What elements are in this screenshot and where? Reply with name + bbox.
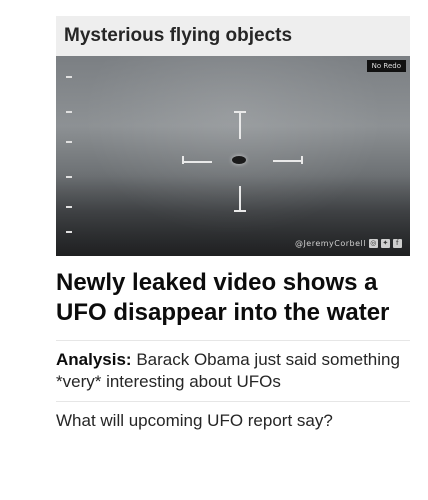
scale-tick	[66, 206, 72, 208]
reticle-right	[273, 160, 303, 162]
section-title[interactable]: Mysterious flying objects	[64, 25, 292, 47]
section-header[interactable]: Mysterious flying objects	[56, 16, 410, 56]
reticle-right-cap	[301, 156, 303, 164]
twitter-icon: ✦	[381, 239, 390, 248]
instagram-icon: ◎	[369, 239, 378, 248]
scale-tick	[66, 76, 72, 78]
watermark-text: @JeremyCorbell	[294, 239, 366, 248]
reticle-bottom	[239, 186, 241, 211]
related-link-analysis[interactable]: Analysis: Barack Obama just said somethi…	[56, 341, 410, 401]
related-link-ufo-report[interactable]: What will upcoming UFO report say?	[56, 402, 410, 440]
related-text: What will upcoming UFO report say?	[56, 411, 333, 430]
scale-tick	[66, 231, 72, 233]
reticle-top	[239, 111, 241, 139]
headline-link[interactable]: Newly leaked video shows a UFO disappear…	[56, 268, 410, 328]
reticle-left-cap	[182, 156, 184, 164]
reticle-left	[182, 161, 212, 163]
video-frame	[56, 56, 410, 256]
news-card: Mysterious flying objects No Redo @Jerem…	[56, 16, 410, 440]
facebook-icon: f	[393, 239, 402, 248]
video-thumbnail[interactable]: No Redo @JeremyCorbell ◎ ✦ f	[56, 56, 410, 256]
scale-tick	[66, 111, 72, 113]
related-prefix: Analysis:	[56, 350, 132, 369]
scale-tick	[66, 176, 72, 178]
scale-tick	[66, 141, 72, 143]
reticle-bottom-cap	[234, 210, 246, 212]
ufo-object	[232, 156, 246, 164]
video-badge: No Redo	[366, 60, 406, 72]
video-watermark: @JeremyCorbell ◎ ✦ f	[295, 239, 402, 248]
